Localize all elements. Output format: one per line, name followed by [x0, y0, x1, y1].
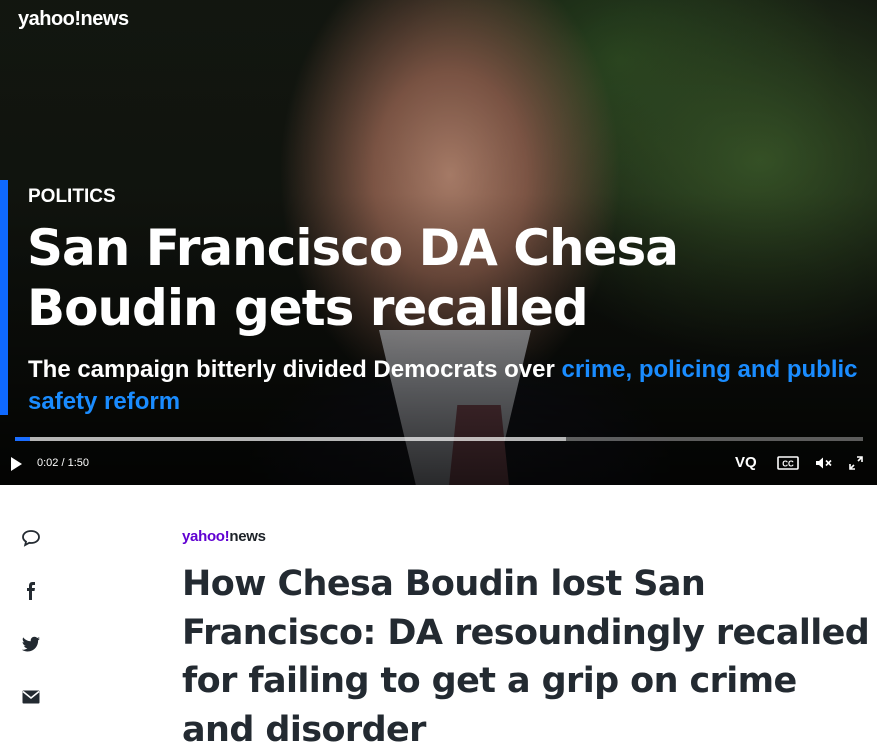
video-subheadline: The campaign bitterly divided Democrats …: [28, 354, 868, 418]
yahoo-news-logo[interactable]: yahoo!news: [18, 8, 129, 31]
closed-captions-icon[interactable]: CC: [777, 455, 799, 474]
mail-icon[interactable]: [18, 684, 44, 710]
source-logo-yahoo: yahoo!: [182, 528, 230, 545]
source-logo-news: news: [229, 528, 266, 545]
article-source-logo[interactable]: yahoo!news: [182, 528, 266, 545]
play-icon[interactable]: [11, 457, 22, 471]
article-title: How Chesa Boudin lost San Francisco: DA …: [182, 564, 870, 749]
video-controls: 0:02 / 1:50 VQ CC: [0, 448, 877, 480]
video-headline: San Francisco DA Chesa Boudin gets recal…: [27, 219, 679, 337]
comment-icon[interactable]: [18, 525, 44, 551]
video-subheadline-text: The campaign bitterly divided Democrats …: [28, 356, 562, 383]
video-progress-fill: [15, 437, 31, 441]
video-buffer-fill: [15, 437, 567, 441]
fullscreen-icon[interactable]: [848, 455, 864, 475]
video-player[interactable]: yahoo!news POLITICS San Francisco DA Che…: [0, 0, 877, 485]
video-time-readout: 0:02 / 1:50: [37, 457, 89, 469]
svg-text:CC: CC: [782, 459, 794, 468]
video-category-kicker: POLITICS: [28, 186, 116, 207]
video-quality-button[interactable]: VQ: [735, 454, 757, 471]
twitter-icon[interactable]: [18, 631, 44, 657]
video-accent-bar: [0, 180, 8, 415]
facebook-icon[interactable]: [18, 578, 44, 604]
video-progress-bar[interactable]: [15, 437, 863, 441]
mute-icon[interactable]: [815, 455, 833, 474]
